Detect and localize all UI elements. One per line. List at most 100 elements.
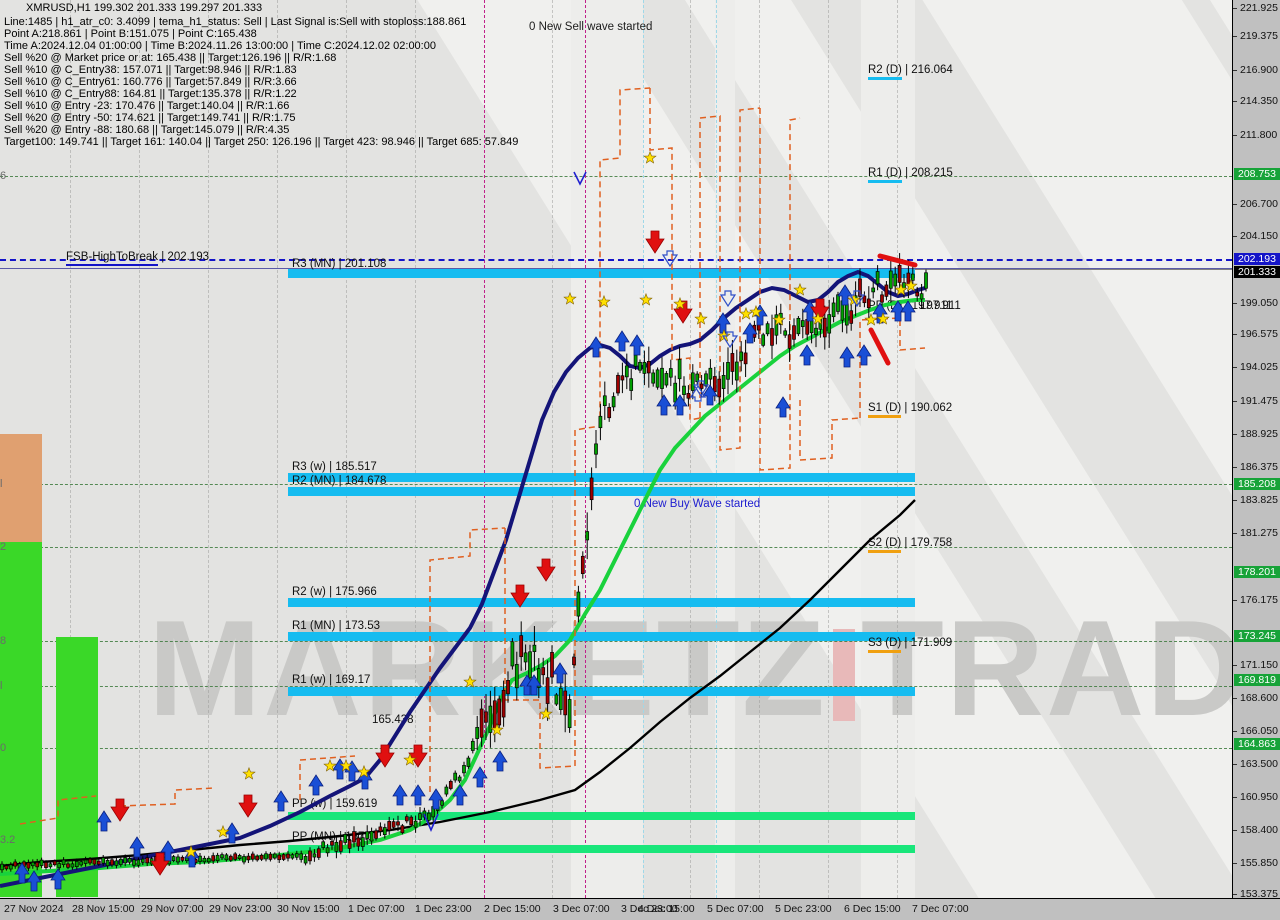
time-tick-4: 30 Nov 15:00: [277, 903, 340, 915]
chart-window: MARKETZTRADE: [0, 0, 1280, 920]
candle-body: [686, 392, 691, 399]
candle-body: [598, 415, 603, 429]
candle-body: [866, 298, 871, 309]
price-axis[interactable]: 221.925 219.375 216.900 214.350 211.800 206.7…: [1232, 0, 1280, 900]
time-axis[interactable]: 27 Nov 2024 28 Nov 15:00 29 Nov 07:00 29 No…: [0, 898, 1280, 920]
candle-body: [589, 477, 594, 501]
candle-body: [8, 864, 13, 870]
candle-body: [510, 641, 515, 667]
candle-body: [484, 711, 488, 723]
info-line-4: Sell %10 @ C_Entry38: 157.071 || Target:…: [4, 64, 297, 76]
price-tick-16: 171.150: [1233, 660, 1278, 671]
price-tick-13: 183.825: [1233, 495, 1278, 506]
price-tick-2: 216.900: [1233, 65, 1278, 76]
candle-body: [629, 378, 634, 391]
time-tick-6: 1 Dec 23:00: [415, 903, 472, 915]
candle-body: [730, 353, 735, 372]
info-line-0: Line:1485 | h1_atr_c0: 3.4099 | tema_h1_…: [4, 16, 467, 28]
price-tick-19: 163.500: [1233, 759, 1278, 770]
candle-body: [638, 361, 642, 371]
candle-body: [871, 287, 876, 293]
price-tick-22: 155.850: [1233, 858, 1278, 869]
candle-body: [312, 853, 317, 858]
time-tick-0: 27 Nov 2024: [4, 903, 64, 915]
info-line-10: Target100: 149.741 || Target 161: 140.04…: [4, 136, 519, 148]
price-badge-208-753[interactable]: 208.753: [1234, 168, 1280, 180]
time-tick-12: 5 Dec 23:00: [775, 903, 832, 915]
candle-body: [413, 820, 418, 828]
candle-body: [242, 856, 246, 863]
price-badge-164-863[interactable]: 164.863: [1234, 738, 1280, 750]
price-tick-4: 211.800: [1233, 130, 1277, 141]
candle-body: [633, 354, 638, 367]
buy-arrow-icon: [472, 766, 488, 788]
candle-body: [884, 284, 889, 297]
candle-body: [519, 635, 524, 657]
candle-body: [572, 656, 576, 666]
candle-body: [272, 853, 277, 859]
candle-body: [74, 861, 79, 867]
candle-body: [440, 800, 444, 806]
down-stroke: [877, 253, 918, 268]
candle-body: [316, 848, 321, 858]
buy-arrow-icon: [900, 300, 916, 322]
candle-body: [523, 652, 528, 663]
time-tick-14: 7 Dec 07:00: [912, 903, 969, 915]
sell-arrow-icon: [110, 798, 130, 822]
candle-body: [277, 854, 282, 861]
candle-body: [567, 699, 572, 729]
candle-body: [4, 865, 9, 870]
star-icon: [639, 292, 653, 306]
candle-body: [924, 272, 928, 289]
candle-body: [387, 821, 392, 831]
candle-body: [704, 373, 708, 387]
price-tick-20: 160.950: [1233, 792, 1278, 803]
candle-body: [836, 294, 840, 312]
price-badge-173-245[interactable]: 173.245: [1234, 630, 1280, 642]
candle-body: [814, 327, 818, 335]
time-tick-8: 3 Dec 07:00: [553, 903, 610, 915]
price-badge-202-193[interactable]: 202.193: [1234, 253, 1280, 265]
candle-body: [611, 396, 616, 408]
candle-body: [580, 555, 585, 575]
candle-body: [365, 831, 370, 839]
candle-body: [281, 854, 286, 860]
candle-body: [250, 853, 255, 860]
buy-arrow-icon: [856, 344, 872, 366]
candle-body: [294, 853, 299, 858]
buy-arrow-icon: [588, 336, 604, 358]
price-badge-178-201[interactable]: 178.201: [1234, 566, 1280, 578]
time-tick-10: 4 Dec 15:00: [638, 903, 695, 915]
candle-body: [919, 293, 924, 300]
candle-body: [792, 325, 796, 340]
candle-body: [343, 834, 348, 843]
candle-body: [677, 359, 682, 380]
candle-body: [360, 837, 365, 847]
hollow-arrow-icon: [661, 250, 679, 268]
candle-body: [237, 855, 242, 859]
candle-body: [514, 664, 519, 689]
candle-body: [215, 854, 220, 862]
price-tick-1: 219.375: [1233, 31, 1278, 42]
candle-body: [470, 740, 475, 751]
price-tick-18: 166.050: [1233, 726, 1278, 737]
price-badge-185-208[interactable]: 185.208: [1234, 478, 1280, 490]
candle-body: [558, 687, 563, 711]
candle-body: [726, 362, 730, 380]
info-line-3: Sell %20 @ Market price or at: 165.438 |…: [4, 52, 337, 64]
candle-body: [721, 375, 726, 389]
candle-body: [492, 700, 497, 729]
candle-body: [330, 841, 334, 846]
star-icon: [793, 282, 807, 296]
candle-body: [906, 272, 911, 286]
candle-body: [800, 320, 805, 327]
candle-body: [228, 855, 233, 861]
price-tick-11: 188.925: [1233, 429, 1278, 440]
price-badge-169-819[interactable]: 169.819: [1234, 674, 1280, 686]
candle-body: [563, 690, 568, 716]
candle-body: [299, 853, 304, 860]
candle-body: [554, 694, 559, 705]
candle-body: [466, 757, 471, 767]
candle-body: [378, 826, 383, 832]
price-badge-201-333[interactable]: 201.333: [1234, 266, 1280, 278]
